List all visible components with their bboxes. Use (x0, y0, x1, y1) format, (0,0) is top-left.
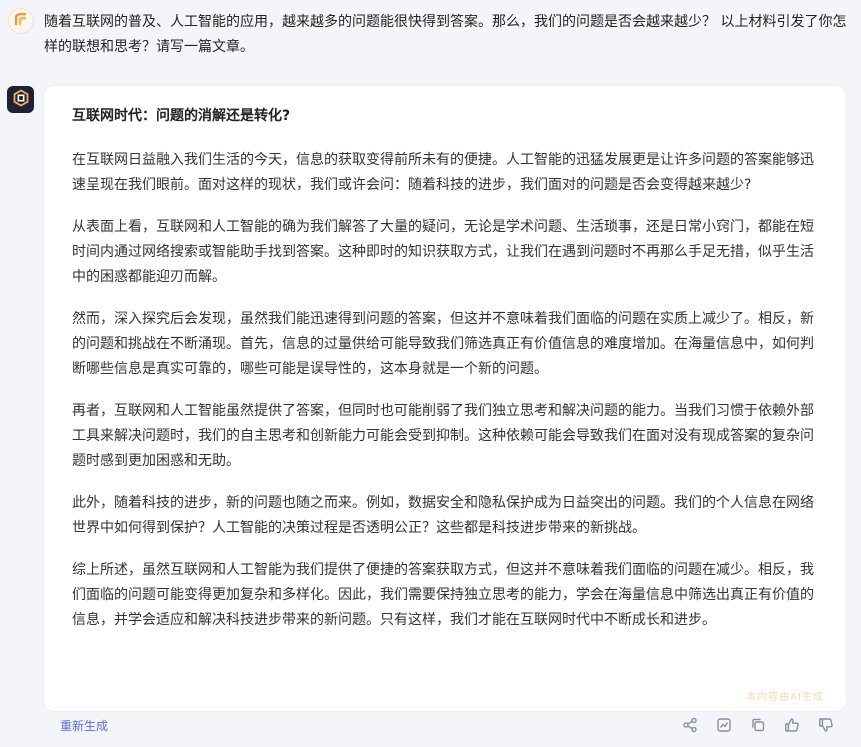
answer-action-bar (679, 716, 837, 738)
answer-paragraph: 从表面上看，互联网和人工智能的确为我们解答了大量的疑问，无论是学术问题、生活琐事… (72, 219, 814, 285)
share-button[interactable] (679, 716, 701, 738)
answer-title: 互联网时代：问题的消解还是转化? (72, 108, 291, 124)
assistant-answer-card: 互联网时代：问题的消解还是转化? 在互联网日益融入我们生活的今天，信息的获取变得… (44, 86, 846, 711)
hexagon-logo-icon (12, 88, 30, 111)
copy-button[interactable] (747, 716, 769, 738)
dislike-button[interactable] (815, 716, 837, 738)
answer-paragraph: 此外，随着科技的进步，新的问题也随之而来。例如，数据安全和隐私保护成为日益突出的… (72, 495, 814, 536)
answer-paragraph: 综上所述，虽然互联网和人工智能为我们提供了便捷的答案获取方式，但这并不意味着我们… (72, 562, 814, 628)
spark-icon (13, 11, 29, 31)
user-avatar (8, 8, 34, 34)
thumbs-up-icon (784, 717, 800, 737)
user-message-text: 随着互联网的普及、人工智能的应用，越来越多的问题能很快得到答案。那么，我们的问题… (44, 14, 847, 55)
share-icon (682, 717, 698, 737)
answer-paragraph: 然而，深入探究后会发现，虽然我们能迅速得到问题的答案，但这并不意味着我们面临的问… (72, 311, 814, 377)
assistant-avatar (7, 86, 34, 113)
like-button[interactable] (781, 716, 803, 738)
chart-icon (716, 717, 732, 737)
answer-paragraph: 再者，互联网和人工智能虽然提供了答案，但同时也可能削弱了我们独立思考和解决问题的… (72, 403, 814, 469)
thumbs-down-icon (818, 717, 834, 737)
user-message-row: 随着互联网的普及、人工智能的应用，越来越多的问题能很快得到答案。那么，我们的问题… (0, 0, 861, 84)
copy-icon (750, 717, 766, 737)
chart-button[interactable] (713, 716, 735, 738)
regenerate-button[interactable]: 重新生成 (60, 716, 108, 736)
answer-paragraph: 在互联网日益融入我们生活的今天，信息的获取变得前所未有的便捷。人工智能的迅猛发展… (72, 152, 814, 193)
ai-generated-watermark: 本内容由AI生成 (746, 692, 824, 703)
